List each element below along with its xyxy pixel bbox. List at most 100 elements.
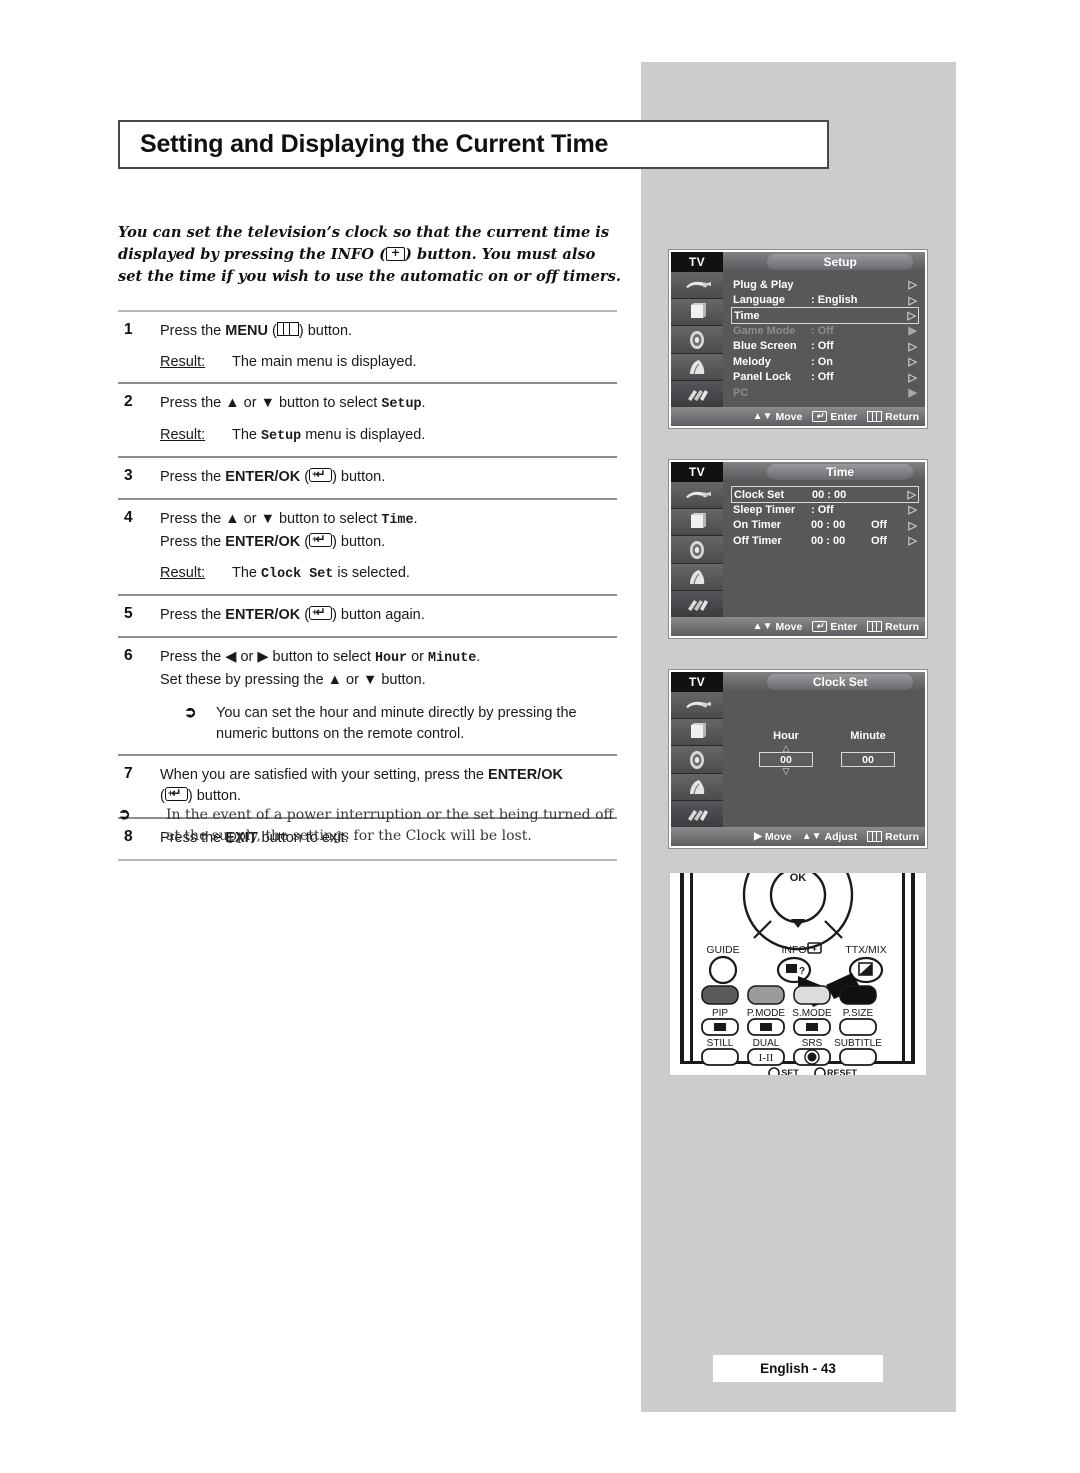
minute-stepper[interactable]: Minute △ 00 [841, 730, 895, 767]
step-text: Press the ▲ or ▼ button to select [160, 395, 382, 411]
osd-item-label: Clock Set [734, 488, 785, 501]
setup-tools-icon[interactable] [671, 800, 723, 828]
osd-hint-return-label: Return [885, 620, 919, 633]
chevron-right-icon: ▷ [908, 279, 917, 292]
osd-item-blue-screen[interactable]: Blue Screen : Off ▷ [731, 339, 919, 355]
channel-icon[interactable] [671, 773, 723, 801]
osd-footer-hints: ▶ Move ▲▼ Adjust Return [671, 827, 925, 846]
picture-icon[interactable] [671, 299, 723, 327]
result-text: The main menu is displayed. [232, 354, 417, 370]
osd-item-label: Melody [733, 355, 771, 368]
osd-item-label: Panel Lock [733, 371, 792, 384]
step-text-tail: ) button. [187, 788, 242, 804]
enter-icon [309, 464, 333, 484]
osd-item-label: Plug & Play [733, 278, 794, 291]
osd-hint-return: Return [867, 831, 919, 843]
osd-item-panel-lock[interactable]: Panel Lock : Off ▷ [731, 370, 919, 386]
hour-value[interactable]: 00 [759, 752, 813, 767]
color-button-yellow [793, 985, 831, 1005]
osd-item-value: : Off [811, 340, 834, 353]
osd-item-value: : Off [811, 324, 834, 337]
step-1: 1 Press the MENU () button. Result: The … [118, 312, 617, 382]
sound-icon[interactable] [671, 536, 723, 564]
osd-hint-move-label: Move [775, 620, 803, 633]
subtitle-button [839, 1048, 877, 1066]
reset-button [814, 1067, 826, 1075]
osd-item-off-timer[interactable]: Off Timer 00 : 00 Off ▷ [731, 533, 919, 549]
power-interruption-note: ➲ In the event of a power interruption o… [118, 805, 628, 847]
step-result: Result: The Setup menu is displayed. [160, 425, 617, 447]
osd-hint-return: Return [867, 621, 919, 633]
info-label: INFO [781, 944, 806, 956]
osd-item-value: : Off [811, 371, 834, 384]
chevron-down-icon[interactable]: ▽ [759, 767, 813, 776]
channel-icon[interactable] [671, 563, 723, 591]
osd-header: TV Setup [671, 252, 925, 272]
step-text: Press the [160, 607, 226, 623]
osd-item-value: : English [811, 294, 858, 307]
step-text: Press the ◀ or ▶ button to select [160, 649, 375, 665]
osd-item-label: On Timer [733, 519, 782, 532]
osd-hint-return-label: Return [885, 830, 919, 843]
procedure-steps: 1 Press the MENU () button. Result: The … [118, 310, 617, 861]
hour-label: Hour [773, 730, 799, 742]
chevron-right-icon: ▷ [907, 489, 916, 501]
menu-icon [867, 621, 883, 632]
step-3: 3 Press the ENTER/OK () button. [118, 458, 617, 498]
osd-header: TV Time [671, 462, 925, 482]
svg-text:+: + [812, 945, 817, 954]
result-text-pre: The [232, 427, 262, 443]
chevron-up-icon[interactable]: △ [759, 744, 813, 753]
step-instruction: Press the ◀ or ▶ button to select Hour o… [160, 647, 617, 669]
minute-value[interactable]: 00 [841, 752, 895, 767]
clock-set-keyword: Clock Set [261, 567, 334, 582]
minute-keyword: Minute [428, 651, 477, 666]
osd-item-melody[interactable]: Melody : On ▷ [731, 354, 919, 370]
still-label: STILL [707, 1038, 734, 1049]
guide-label: GUIDE [706, 944, 739, 956]
svg-text:?: ? [799, 966, 805, 977]
setup-keyword: Setup [261, 429, 302, 444]
step-result: Result: The Clock Set is selected. [160, 563, 617, 585]
picture-icon[interactable] [671, 719, 723, 747]
sound-icon[interactable] [671, 746, 723, 774]
osd-hint-enter-label: Enter [830, 410, 858, 423]
input-source-icon[interactable] [671, 272, 723, 300]
chevron-right-icon: ▷ [908, 371, 917, 384]
osd-source-label: TV [671, 462, 723, 482]
chevron-right-icon: ▷ [908, 535, 917, 548]
enter-ok-button-label: ENTER/OK [488, 767, 563, 783]
channel-icon[interactable] [671, 353, 723, 381]
chevron-right-icon: ▷ [908, 519, 917, 532]
setup-tools-icon[interactable] [671, 380, 723, 408]
step-instruction: Press the ▲ or ▼ button to select Setup. [160, 393, 617, 415]
osd-item-on-timer[interactable]: On Timer 00 : 00 Off ▷ [731, 518, 919, 534]
set-label: SET [781, 1068, 799, 1076]
osd-title-bar: Clock Set [723, 672, 925, 692]
osd-screenshot-setup: TV Setup Plug & Play ▷ Language : Englis… [668, 249, 928, 429]
osd-item-clock-set[interactable]: Clock Set 00 : 00 ▷ [731, 486, 919, 503]
intro-paragraph: You can set the television’s clock so th… [118, 222, 623, 288]
input-source-icon[interactable] [671, 482, 723, 510]
reset-label: RESET [827, 1068, 858, 1076]
osd-hint-move: ▲▼ Move [753, 411, 803, 423]
picture-icon[interactable] [671, 509, 723, 537]
input-source-icon[interactable] [671, 692, 723, 720]
osd-menu-title: Time [826, 465, 855, 479]
osd-item-time[interactable]: Time ▷ [731, 307, 919, 324]
osd-item-sleep-timer[interactable]: Sleep Timer : Off ▷ [731, 502, 919, 518]
sound-icon[interactable] [671, 326, 723, 354]
osd-hint-move-label: Move [764, 830, 792, 843]
setup-tools-icon[interactable] [671, 590, 723, 618]
ttxmix-label: TTX/MIX [845, 944, 886, 956]
osd-item-language[interactable]: Language : English ▷ [731, 293, 919, 309]
menu-button-label: MENU [225, 323, 268, 339]
color-button-red [701, 985, 739, 1005]
result-text: The Setup menu is displayed. [232, 425, 425, 447]
osd-item-plug-and-play[interactable]: Plug & Play ▷ [731, 277, 919, 293]
hour-stepper[interactable]: Hour △ 00 ▽ [759, 730, 813, 776]
step-text-tail: . [476, 649, 481, 665]
enter-icon [164, 783, 188, 803]
step-text-tail: . [421, 395, 426, 411]
pip-label: PIP [712, 1008, 728, 1019]
